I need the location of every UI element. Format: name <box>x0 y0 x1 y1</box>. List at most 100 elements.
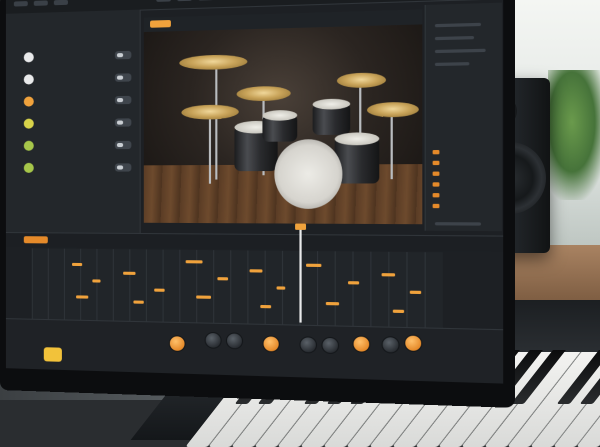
transport-bar <box>5 318 504 384</box>
grid-line <box>230 250 232 324</box>
track-toggle[interactable] <box>114 140 132 150</box>
sequencer-note[interactable] <box>381 273 396 277</box>
track-row[interactable] <box>10 137 136 154</box>
menu-item[interactable] <box>13 1 28 7</box>
right-panel <box>424 2 502 232</box>
knob[interactable] <box>404 334 423 353</box>
green-circle-icon <box>23 140 34 151</box>
track-toggle[interactable] <box>114 50 132 60</box>
plant <box>548 70 600 200</box>
track-row[interactable] <box>10 159 136 176</box>
sequencer-note[interactable] <box>76 295 89 299</box>
menu-item[interactable] <box>198 0 214 1</box>
grid-line <box>352 251 354 326</box>
computer-monitor <box>0 0 515 408</box>
sequencer-note[interactable] <box>123 271 136 275</box>
sequencer-note[interactable] <box>276 286 286 290</box>
knob[interactable] <box>168 335 186 353</box>
menu-item[interactable] <box>177 0 192 2</box>
grid-line <box>63 248 65 320</box>
drum-kit-viewport <box>143 24 423 225</box>
grid-line <box>406 252 408 328</box>
playhead[interactable] <box>299 225 302 323</box>
step-sequencer[interactable] <box>31 248 443 328</box>
panel-indicator[interactable] <box>432 182 440 187</box>
sequencer-note[interactable] <box>72 262 83 267</box>
track-row[interactable] <box>10 114 136 132</box>
grid-line <box>162 249 164 322</box>
grid-line <box>129 249 131 321</box>
timeline-tab[interactable] <box>23 236 48 244</box>
white-circle-icon <box>23 74 34 85</box>
viewport-tab[interactable] <box>150 19 171 28</box>
menu-item[interactable] <box>156 0 171 2</box>
panel-indicator[interactable] <box>432 160 440 166</box>
crash-cymbal[interactable] <box>336 72 387 89</box>
grid-line <box>31 248 33 319</box>
sequencer-note[interactable] <box>306 263 322 268</box>
grid-line <box>264 250 266 324</box>
knob[interactable] <box>381 336 400 354</box>
panel-line <box>434 22 482 28</box>
crash-cymbal[interactable] <box>179 54 248 71</box>
sequencer-note[interactable] <box>154 288 165 292</box>
grid-line <box>247 250 249 324</box>
panel-line <box>434 48 486 54</box>
panel-indicator[interactable] <box>432 193 440 198</box>
track-row[interactable] <box>10 69 136 88</box>
knob[interactable] <box>262 335 280 353</box>
hi-hat-cymbal[interactable] <box>181 104 239 120</box>
sequencer-note[interactable] <box>409 290 422 295</box>
panel-indicator[interactable] <box>432 203 440 209</box>
sequencer-note[interactable] <box>196 295 212 299</box>
track-row[interactable] <box>10 92 136 110</box>
grid-line <box>179 249 181 322</box>
panel-indicator[interactable] <box>432 149 440 155</box>
white-circle-icon <box>23 52 34 63</box>
panel-indicator[interactable] <box>432 171 440 176</box>
sequencer-note[interactable] <box>133 300 144 304</box>
grid-line <box>388 251 390 327</box>
cymbal-stand <box>208 111 212 184</box>
track-toggle[interactable] <box>114 163 132 172</box>
ride-cymbal[interactable] <box>236 85 291 102</box>
sequencer-note[interactable] <box>392 309 405 314</box>
grid-line <box>334 251 336 326</box>
sequencer-note[interactable] <box>217 277 229 281</box>
kick-drum[interactable] <box>274 138 343 209</box>
menu-item[interactable] <box>53 0 68 6</box>
menu-item[interactable] <box>33 0 48 6</box>
knob[interactable] <box>204 331 222 349</box>
track-row[interactable] <box>10 47 136 66</box>
sequencer-note[interactable] <box>260 304 272 309</box>
sequencer-note[interactable] <box>347 281 360 285</box>
knob[interactable] <box>321 336 340 355</box>
daw-screen <box>5 0 504 384</box>
grid-line <box>145 249 147 322</box>
track-toggle[interactable] <box>114 73 132 82</box>
panel-line <box>434 222 482 226</box>
splash-cymbal[interactable] <box>366 101 419 118</box>
track-sidebar <box>5 9 141 233</box>
grid-line <box>213 250 215 323</box>
sequencer-note[interactable] <box>92 279 101 283</box>
sequencer-note[interactable] <box>325 301 340 306</box>
orange-circle-icon <box>23 96 34 107</box>
cymbal-stand <box>390 110 393 180</box>
grid-line <box>317 251 319 326</box>
yellow-circle-icon <box>23 118 34 129</box>
grid-line <box>424 252 426 328</box>
track-toggle[interactable] <box>114 118 132 127</box>
knob[interactable] <box>352 335 371 353</box>
panel-line <box>434 35 475 41</box>
knob[interactable] <box>225 332 244 350</box>
panel-line <box>434 62 470 67</box>
grid-line <box>96 248 98 321</box>
play-button[interactable] <box>43 347 62 362</box>
playhead-handle[interactable] <box>295 223 307 230</box>
track-toggle[interactable] <box>114 95 132 105</box>
sequencer-note[interactable] <box>185 260 203 264</box>
sequencer-note[interactable] <box>249 269 263 273</box>
green-circle-icon <box>23 162 34 173</box>
knob[interactable] <box>299 336 318 354</box>
